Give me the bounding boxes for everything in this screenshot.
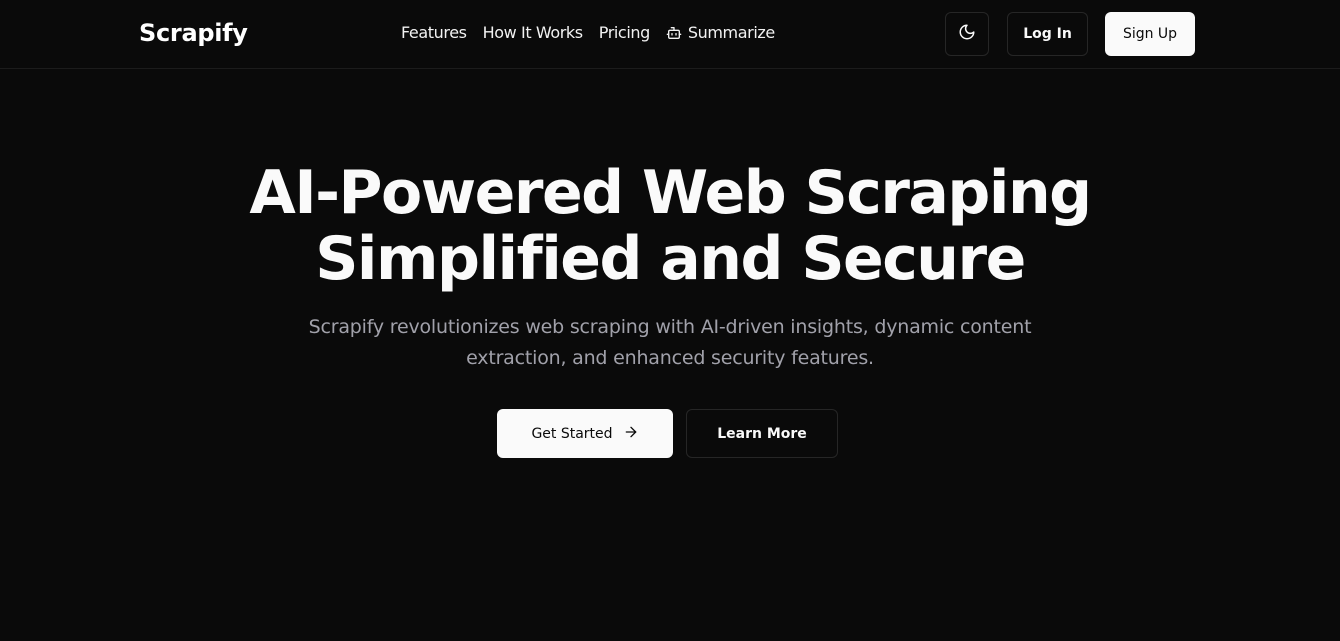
hero-section: AI-Powered Web Scraping Simplified and S… — [0, 160, 1340, 374]
get-started-button[interactable]: Get Started — [497, 409, 673, 458]
nav-link-label: Pricing — [598, 23, 651, 42]
login-button[interactable]: Log In — [1007, 12, 1088, 56]
nav-link-label: Summarize — [687, 23, 775, 42]
hero-subtitle: Scrapify revolutionizes web scraping wit… — [308, 316, 1032, 369]
nav-link-label: How It Works — [482, 23, 584, 42]
nav-link-features[interactable]: Features — [401, 23, 467, 42]
nav-links: Features How It Works Pricing Summarize — [401, 23, 775, 42]
theme-toggle-button[interactable] — [945, 12, 989, 56]
nav-link-how-it-works[interactable]: How It Works — [482, 23, 584, 42]
get-started-label: Get Started — [531, 425, 613, 442]
hero-title: AI-Powered Web Scraping Simplified and S… — [170, 160, 1170, 292]
arrow-right-icon — [623, 424, 639, 444]
brand-logo[interactable]: Scrapify — [139, 19, 248, 47]
nav-link-summarize[interactable]: Summarize — [666, 23, 775, 42]
moon-icon — [958, 23, 976, 45]
bot-icon — [666, 25, 682, 41]
hero-title-line-1: AI-Powered Web Scraping — [249, 158, 1092, 228]
signup-button[interactable]: Sign Up — [1105, 12, 1195, 56]
learn-more-button[interactable]: Learn More — [686, 409, 838, 458]
nav-link-pricing[interactable]: Pricing — [598, 23, 651, 42]
nav-link-label: Features — [401, 23, 467, 42]
hero-title-line-2: Simplified and Secure — [315, 224, 1026, 294]
navbar: Scrapify Features How It Works Pricing S… — [0, 0, 1340, 69]
